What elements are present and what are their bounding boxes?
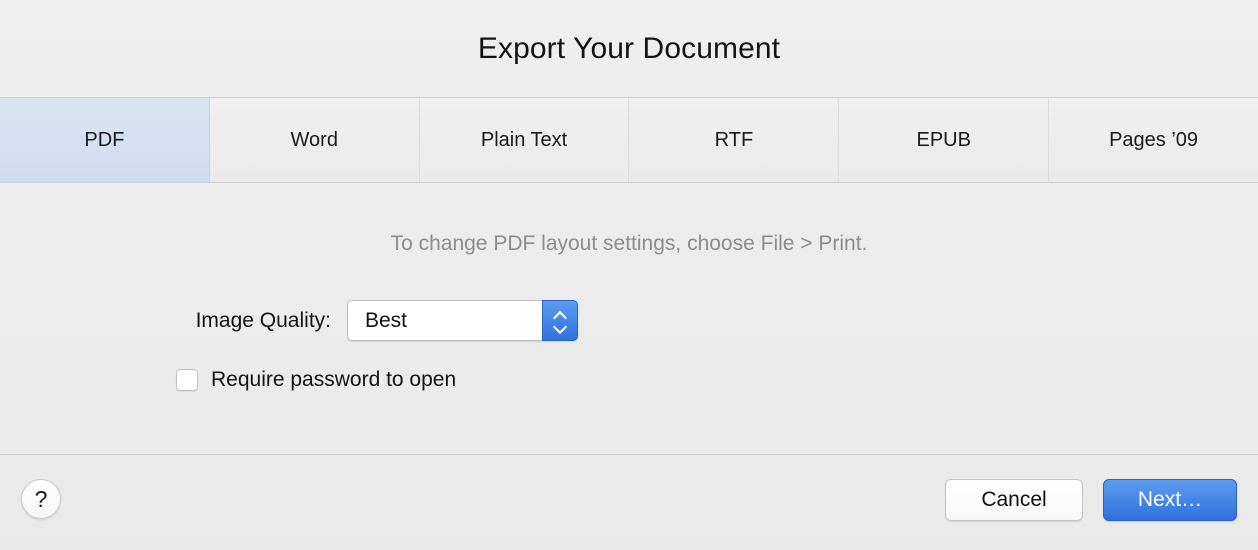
tab-label: EPUB bbox=[916, 128, 971, 151]
tab-label: PDF bbox=[84, 128, 125, 151]
chevron-up-glyph bbox=[554, 312, 567, 319]
require-password-checkbox[interactable] bbox=[176, 369, 198, 391]
export-dialog: Export Your Document PDF Word Plain Text… bbox=[0, 0, 1258, 550]
image-quality-row: Image Quality: Best bbox=[0, 300, 1258, 341]
format-tab-bar: PDF Word Plain Text RTF EPUB Pages ’09 bbox=[0, 97, 1258, 183]
require-password-row[interactable]: Require password to open bbox=[176, 368, 456, 392]
dialog-footer: ? Cancel Next… bbox=[0, 454, 1258, 550]
tab-rtf[interactable]: RTF bbox=[629, 98, 840, 182]
tab-label: Word bbox=[290, 128, 338, 151]
tab-label: RTF bbox=[714, 128, 754, 151]
dialog-header: Export Your Document bbox=[0, 0, 1258, 97]
help-button[interactable]: ? bbox=[21, 479, 61, 519]
image-quality-popup-button[interactable]: Best bbox=[347, 300, 578, 341]
tab-pdf[interactable]: PDF bbox=[0, 98, 210, 182]
tab-label: Plain Text bbox=[480, 128, 568, 151]
tab-plain-text[interactable]: Plain Text bbox=[419, 98, 630, 182]
cancel-button[interactable]: Cancel bbox=[945, 479, 1083, 521]
footer-actions: Cancel Next… bbox=[945, 479, 1237, 521]
layout-hint-text: To change PDF layout settings, choose Fi… bbox=[390, 232, 868, 255]
image-quality-value: Best bbox=[365, 308, 408, 332]
tab-pages-09[interactable]: Pages ’09 bbox=[1049, 98, 1258, 182]
image-quality-label: Image Quality: bbox=[195, 308, 331, 332]
next-button[interactable]: Next… bbox=[1103, 479, 1237, 521]
tab-epub[interactable]: EPUB bbox=[839, 98, 1050, 182]
tab-word[interactable]: Word bbox=[209, 98, 420, 182]
page-title: Export Your Document bbox=[477, 31, 781, 65]
chevron-down-glyph bbox=[554, 323, 567, 330]
require-password-label: Require password to open bbox=[211, 368, 457, 391]
options-panel: To change PDF layout settings, choose Fi… bbox=[0, 183, 1258, 454]
chevron-up-down-icon[interactable] bbox=[542, 300, 578, 341]
tab-label: Pages ’09 bbox=[1109, 128, 1199, 151]
